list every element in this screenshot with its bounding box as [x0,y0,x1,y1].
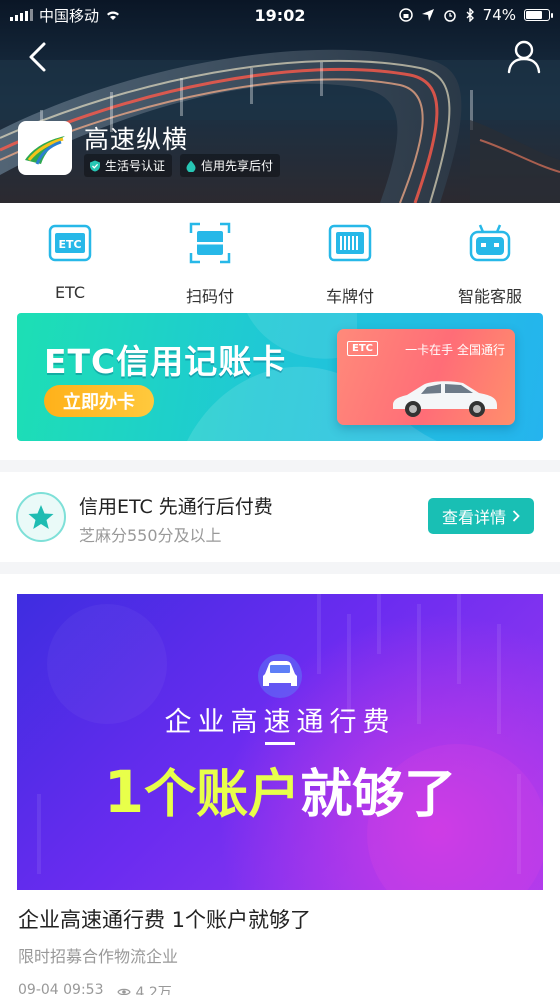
article-views: 4.2万 [117,982,172,995]
article-banner[interactable]: 企业高速通行费 1个账户就够了 [17,594,543,890]
banner-headline-yellow: 个账户 [144,765,301,825]
credit-badge: 信用先享后付 [180,154,281,177]
white-car-icon [393,381,497,417]
quick-action-scan-pay-label: 扫码付 [185,287,234,306]
carrier-label: 中国移动 [39,6,100,25]
quick-action-smart-service[interactable]: 智能客服 [435,221,545,307]
quick-action-etc-label: ETC [54,283,86,302]
highway-logo-icon [25,136,65,165]
quick-action-scan-pay[interactable]: 扫码付 [155,221,265,307]
credit-drop-icon [186,160,196,172]
banner-headline-number: 1 [103,758,145,826]
battery-percent: 74% [482,6,516,24]
etc-card-graphic: ETC 一卡在手 全国通行 [337,329,515,425]
credit-etc-row[interactable]: 信用ETC 先通行后付费 芝麻分550分及以上 查看详情 [0,472,560,562]
etc-credit-card-banner[interactable]: ETC信用记账卡 立即办卡 ETC 一卡在手 全国通行 [17,313,543,441]
apply-card-button[interactable]: 立即办卡 [44,385,154,417]
bluetooth-icon [466,8,474,22]
alarm-icon [443,10,456,22]
scan-icon [189,222,231,264]
signal-icon [10,9,33,21]
article-card[interactable]: 企业高速通行费 1个账户就够了 企业高速通行费 1个账户就够了 限时招募合作物流… [0,574,560,995]
article-title: 企业高速通行费 1个账户就够了 [18,908,312,932]
credit-etc-title: 信用ETC 先通行后付费 [79,496,273,518]
shield-check-icon [90,160,100,171]
chevron-right-icon [512,510,520,522]
etc-card-chip: ETC [347,341,378,356]
back-arrow-icon[interactable] [22,40,56,74]
app-name: 高速纵横 [84,125,189,154]
quick-action-plate-pay-label: 车牌付 [325,287,374,306]
robot-icon [469,224,511,262]
article-views-count: 4.2万 [135,985,172,995]
quick-actions-section: ETC ETC 扫码付 车牌付 智能客服 ETC信用记账卡 立即办卡 ETC 一… [0,203,560,460]
etc-banner-title: ETC信用记账卡 [44,342,287,381]
etc-icon: ETC [48,224,92,262]
quick-action-plate-pay[interactable]: 车牌付 [295,221,405,307]
status-bar: 中国移动 19:02 74% [0,0,560,30]
etc-card-slogan: 一卡在手 全国通行 [405,343,505,357]
car-front-icon [258,654,302,698]
credit-etc-subtitle: 芝麻分550分及以上 [79,526,222,545]
user-profile-icon[interactable] [506,38,542,74]
svg-text:ETC: ETC [58,238,81,251]
lock-rotation-icon [398,8,413,22]
header-hero: 中国移动 19:02 74% 高速纵横 生活号认证 信用先享后付 [0,0,560,203]
battery-icon [524,9,553,21]
banner-subtitle: 企业高速通行费 [164,707,396,738]
license-plate-icon [328,224,372,262]
article-meta: 09-04 09:53 4.2万 [18,982,172,995]
verified-badge-label: 生活号认证 [105,159,166,173]
article-subtitle: 限时招募合作物流企业 [18,947,179,966]
status-time: 19:02 [254,5,306,25]
view-details-button[interactable]: 查看详情 [428,498,534,534]
credit-badge-label: 信用先享后付 [201,159,274,173]
quick-action-smart-service-label: 智能客服 [457,287,522,306]
banner-headline: 1个账户就够了 [17,752,543,827]
view-details-label: 查看详情 [441,508,506,527]
banner-headline-white: 就够了 [300,765,457,825]
location-icon [421,9,434,21]
verified-badge: 生活号认证 [84,154,173,177]
badge-row: 生活号认证 信用先享后付 [84,154,281,177]
app-logo [18,121,72,175]
star-icon [28,505,54,529]
wifi-icon [107,11,120,20]
quick-action-etc[interactable]: ETC ETC [15,221,125,302]
banner-underline [265,742,295,745]
article-date: 09-04 09:53 [18,982,104,995]
eye-icon [117,988,132,995]
star-badge [16,492,66,542]
